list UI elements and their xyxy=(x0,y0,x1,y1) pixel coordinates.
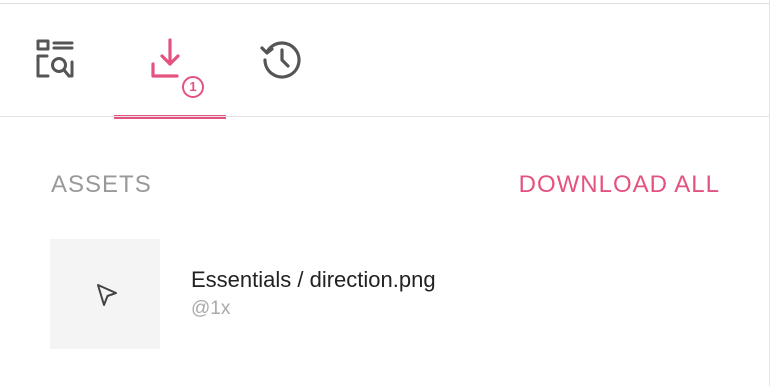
asset-name: Essentials / direction.png xyxy=(191,267,436,292)
tab-export[interactable]: 1 xyxy=(114,4,226,116)
cursor-arrow-icon xyxy=(97,284,117,306)
export-panel: 1 ASSETS DOWNLOAD ALL Essentials / direc… xyxy=(0,0,770,386)
tab-divider xyxy=(0,116,769,117)
tab-history[interactable] xyxy=(226,4,338,116)
asset-thumbnail xyxy=(50,239,160,349)
download-count-badge: 1 xyxy=(182,76,204,98)
inspect-icon xyxy=(36,39,74,78)
download-all-button[interactable]: DOWNLOAD ALL xyxy=(519,171,720,199)
tab-inspect[interactable] xyxy=(0,4,112,116)
asset-scale: @1x xyxy=(191,298,231,319)
asset-list-item[interactable]: Essentials / direction.png @1x xyxy=(50,239,730,349)
history-icon xyxy=(260,41,301,79)
download-icon xyxy=(151,38,180,78)
tab-bar: 1 xyxy=(0,4,769,119)
assets-heading: ASSETS xyxy=(51,171,152,198)
